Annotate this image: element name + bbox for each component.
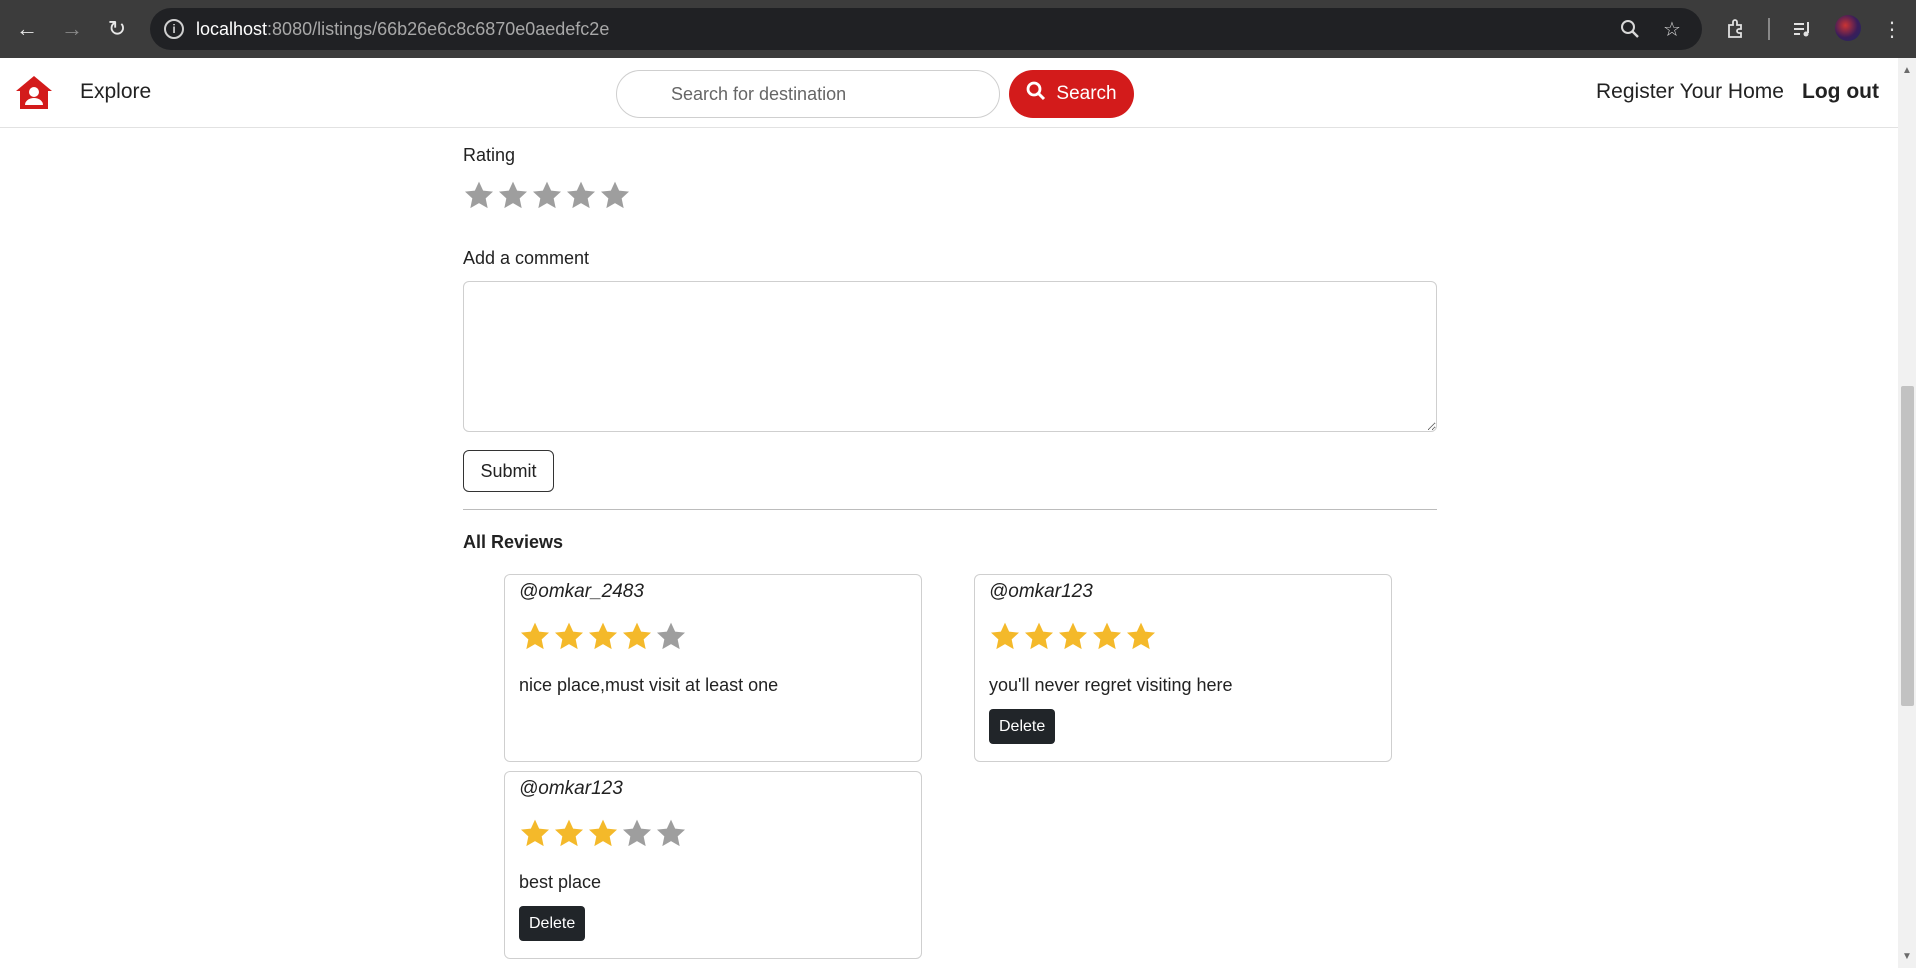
site-info-icon[interactable]: i xyxy=(164,19,184,39)
bookmark-star-icon[interactable]: ☆ xyxy=(1660,17,1684,41)
rating-star-icon[interactable] xyxy=(599,179,631,211)
scroll-up-arrow-icon[interactable]: ▲ xyxy=(1902,66,1912,76)
search-input[interactable] xyxy=(616,70,1000,118)
rating-star-input[interactable] xyxy=(463,179,631,211)
review-card: @omkar123 you'll never regret visiting h… xyxy=(974,574,1392,762)
zoom-icon[interactable] xyxy=(1618,17,1642,41)
delete-review-button[interactable]: Delete xyxy=(989,709,1056,744)
filled-star-icon xyxy=(1091,620,1123,652)
section-divider xyxy=(463,509,1437,510)
nav-link-explore[interactable]: Explore xyxy=(80,80,151,104)
review-stars xyxy=(519,620,687,652)
filled-star-icon xyxy=(519,620,551,652)
review-stars xyxy=(519,817,687,849)
nav-link-register-home[interactable]: Register Your Home xyxy=(1596,80,1784,104)
site-navbar: Explore Search Register Your Home Log ou… xyxy=(0,58,1898,128)
comment-textarea[interactable] xyxy=(463,281,1437,432)
delete-review-button[interactable]: Delete xyxy=(519,906,586,941)
filled-star-icon xyxy=(1023,620,1055,652)
submit-button[interactable]: Submit xyxy=(463,450,554,492)
nav-link-logout[interactable]: Log out xyxy=(1802,80,1879,104)
rating-star-icon[interactable] xyxy=(497,179,529,211)
empty-star-icon xyxy=(655,620,687,652)
media-controls-icon[interactable] xyxy=(1786,13,1818,45)
review-comment: best place xyxy=(519,872,602,892)
address-bar[interactable]: i localhost:8080/listings/66b26e6c8c6870… xyxy=(150,8,1702,50)
rating-star-icon[interactable] xyxy=(463,179,495,211)
search-icon xyxy=(1026,81,1046,107)
filled-star-icon xyxy=(621,620,653,652)
filled-star-icon xyxy=(1125,620,1157,652)
rating-label: Rating xyxy=(463,145,516,165)
scroll-down-arrow-icon[interactable]: ▼ xyxy=(1902,952,1912,962)
filled-star-icon xyxy=(989,620,1021,652)
forward-arrow-icon[interactable]: → xyxy=(55,12,89,46)
reload-icon[interactable]: ↻ xyxy=(100,12,134,46)
menu-dots-icon[interactable]: ⋮ xyxy=(1876,13,1908,45)
search-button[interactable]: Search xyxy=(1009,70,1134,118)
review-comment: you'll never regret visiting here xyxy=(989,675,1233,695)
rating-star-icon[interactable] xyxy=(565,179,597,211)
filled-star-icon xyxy=(1057,620,1089,652)
review-card: @omkar_2483 nice place,must visit at lea… xyxy=(504,574,922,762)
filled-star-icon xyxy=(519,817,551,849)
review-author: @omkar123 xyxy=(989,581,1093,602)
empty-star-icon xyxy=(655,817,687,849)
rating-star-icon[interactable] xyxy=(531,179,563,211)
empty-star-icon xyxy=(621,817,653,849)
filled-star-icon xyxy=(553,817,585,849)
profile-avatar[interactable] xyxy=(1835,15,1861,41)
scrollbar-thumb[interactable] xyxy=(1901,386,1914,706)
filled-star-icon xyxy=(587,620,619,652)
toolbar-divider xyxy=(1768,18,1770,40)
review-comment: nice place,must visit at least one xyxy=(519,675,779,695)
filled-star-icon xyxy=(587,817,619,849)
extensions-icon[interactable] xyxy=(1720,13,1752,45)
home-logo-icon[interactable] xyxy=(14,74,54,112)
filled-star-icon xyxy=(553,620,585,652)
comment-label: Add a comment xyxy=(463,248,590,268)
browser-toolbar: ← → ↻ i localhost:8080/listings/66b26e6c… xyxy=(0,0,1916,58)
review-author: @omkar123 xyxy=(519,778,623,799)
url-text[interactable]: localhost:8080/listings/66b26e6c8c6870e0… xyxy=(196,19,609,40)
back-arrow-icon[interactable]: ← xyxy=(10,12,44,46)
all-reviews-heading: All Reviews xyxy=(463,532,564,552)
review-stars xyxy=(989,620,1157,652)
review-card: @omkar123 best place Delete xyxy=(504,771,922,959)
review-author: @omkar_2483 xyxy=(519,581,644,602)
search-button-label: Search xyxy=(1056,83,1117,104)
